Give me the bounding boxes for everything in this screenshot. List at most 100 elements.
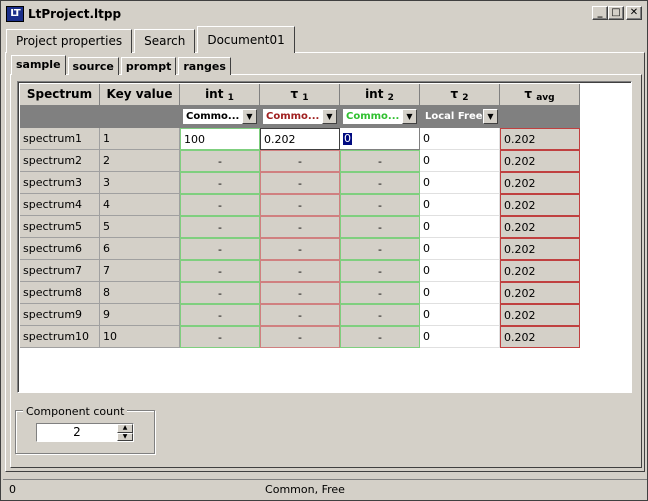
tau2-cell[interactable]: 0 (420, 172, 500, 194)
header-tau1[interactable]: τ 1 (260, 84, 340, 106)
tau1-cell[interactable]: - (260, 326, 340, 348)
tau1-cell[interactable]: - (260, 260, 340, 282)
key-value-cell[interactable]: 1 (100, 128, 180, 150)
spin-up-button[interactable]: ▲ (117, 424, 133, 433)
tab-search[interactable]: Search (134, 29, 196, 53)
tauavg-cell: 0.202 (500, 128, 580, 150)
app-icon: LT (6, 6, 24, 22)
int1-cell[interactable]: - (180, 238, 260, 260)
int2-cell[interactable]: - (340, 194, 420, 216)
tau2-cell[interactable]: 0 (420, 216, 500, 238)
int1-cell[interactable]: - (180, 150, 260, 172)
int2-cell[interactable]: - (340, 172, 420, 194)
key-value-cell[interactable]: 4 (100, 194, 180, 216)
spectrum-name-cell[interactable]: spectrum2 (20, 150, 100, 172)
tab-prompt[interactable]: prompt (120, 57, 177, 75)
spin-down-button[interactable]: ▼ (117, 432, 133, 441)
int2-cell[interactable]: 0 (340, 128, 420, 150)
minimize-button[interactable]: _ (592, 6, 608, 20)
key-value-cell[interactable]: 8 (100, 282, 180, 304)
component-count-input[interactable]: 2 (37, 424, 117, 441)
header-tau2[interactable]: τ 2 (420, 84, 500, 106)
int2-cell[interactable]: - (340, 150, 420, 172)
spectrum-name-cell[interactable]: spectrum5 (20, 216, 100, 238)
int2-mode-dropdown[interactable]: Commo... ▼ (342, 108, 418, 125)
header-spectrum[interactable]: Spectrum (20, 84, 100, 106)
header-int2[interactable]: int 2 (340, 84, 420, 106)
tab-source[interactable]: source (67, 57, 119, 75)
tau2-cell[interactable]: 0 (420, 326, 500, 348)
spectrum-name-cell[interactable]: spectrum9 (20, 304, 100, 326)
tau2-cell[interactable]: 0 (420, 150, 500, 172)
key-value-cell[interactable]: 9 (100, 304, 180, 326)
key-value-cell[interactable]: 3 (100, 172, 180, 194)
spectrum-name-cell[interactable]: spectrum4 (20, 194, 100, 216)
header-int1[interactable]: int 1 (180, 84, 260, 106)
tau1-cell[interactable]: - (260, 216, 340, 238)
int1-cell[interactable]: - (180, 172, 260, 194)
maximize-button[interactable]: □ (608, 6, 624, 20)
tau2-cell[interactable]: 0 (420, 282, 500, 304)
tau1-mode-dropdown[interactable]: Commo... ▼ (262, 108, 338, 125)
chevron-down-icon[interactable]: ▼ (402, 109, 417, 124)
int1-mode-dropdown[interactable]: Commo... ▼ (182, 108, 258, 125)
int1-cell[interactable]: - (180, 326, 260, 348)
key-value-cell[interactable]: 7 (100, 260, 180, 282)
tauavg-cell: 0.202 (500, 282, 580, 304)
tau1-cell[interactable]: - (260, 172, 340, 194)
spectrum-name-cell[interactable]: spectrum10 (20, 326, 100, 348)
chevron-down-icon[interactable]: ▼ (322, 109, 337, 124)
header-int2-sub: 2 (387, 93, 394, 103)
int2-edit-selection[interactable]: 0 (343, 133, 352, 145)
tau1-cell[interactable]: - (260, 282, 340, 304)
int1-cell[interactable]: - (180, 304, 260, 326)
title-bar[interactable]: LT LtProject.ltpp _ □ ✕ (3, 3, 645, 25)
tab-document01[interactable]: Document01 (197, 26, 295, 53)
component-count-spinner[interactable]: 2 ▲ ▼ (36, 423, 134, 442)
chevron-down-icon[interactable]: ▼ (242, 109, 257, 124)
int2-cell[interactable]: - (340, 216, 420, 238)
int2-cell[interactable]: - (340, 326, 420, 348)
chevron-down-icon[interactable]: ▼ (483, 109, 498, 124)
tau2-cell[interactable]: 0 (420, 260, 500, 282)
int2-cell[interactable]: - (340, 282, 420, 304)
tau1-cell[interactable]: 0.202 (260, 128, 340, 150)
tab-sample[interactable]: sample (11, 55, 66, 75)
key-value-cell[interactable]: 2 (100, 150, 180, 172)
key-value-cell[interactable]: 5 (100, 216, 180, 238)
int1-cell[interactable]: - (180, 260, 260, 282)
tau2-cell[interactable]: 0 (420, 238, 500, 260)
int1-cell[interactable]: - (180, 194, 260, 216)
tauavg-cell: 0.202 (500, 304, 580, 326)
int1-cell[interactable]: - (180, 282, 260, 304)
tau2-cell[interactable]: 0 (420, 128, 500, 150)
tau2-cell[interactable]: 0 (420, 194, 500, 216)
tau1-cell[interactable]: - (260, 304, 340, 326)
tau2-mode-dropdown[interactable]: Local Free ▼ (422, 108, 498, 125)
tauavg-cell: 0.202 (500, 172, 580, 194)
int2-cell[interactable]: - (340, 260, 420, 282)
tau1-cell[interactable]: - (260, 238, 340, 260)
int1-cell[interactable]: 100 (180, 128, 260, 150)
tab-ranges[interactable]: ranges (178, 57, 231, 75)
tau1-cell[interactable]: - (260, 194, 340, 216)
header-key-value[interactable]: Key value (100, 84, 180, 106)
table-row: spectrum9 9- - -0 0.202 (20, 304, 580, 326)
tau2-cell[interactable]: 0 (420, 304, 500, 326)
key-value-cell[interactable]: 6 (100, 238, 180, 260)
tab-project-properties[interactable]: Project properties (6, 29, 133, 53)
parameter-grid[interactable]: Spectrum Key value int 1 τ 1 int 2 τ 2 τ… (17, 81, 632, 393)
header-tauavg[interactable]: τ avg (500, 84, 580, 106)
int2-cell[interactable]: - (340, 304, 420, 326)
spectrum-name-cell[interactable]: spectrum1 (20, 128, 100, 150)
key-value-cell[interactable]: 10 (100, 326, 180, 348)
spectrum-name-cell[interactable]: spectrum8 (20, 282, 100, 304)
close-button[interactable]: ✕ (626, 6, 642, 20)
int1-cell[interactable]: - (180, 216, 260, 238)
tau1-cell[interactable]: - (260, 150, 340, 172)
spectrum-name-cell[interactable]: spectrum3 (20, 172, 100, 194)
int2-cell[interactable]: - (340, 238, 420, 260)
spectrum-name-cell[interactable]: spectrum6 (20, 238, 100, 260)
table-row: spectrum3 3- - -0 0.202 (20, 172, 580, 194)
spectrum-name-cell[interactable]: spectrum7 (20, 260, 100, 282)
